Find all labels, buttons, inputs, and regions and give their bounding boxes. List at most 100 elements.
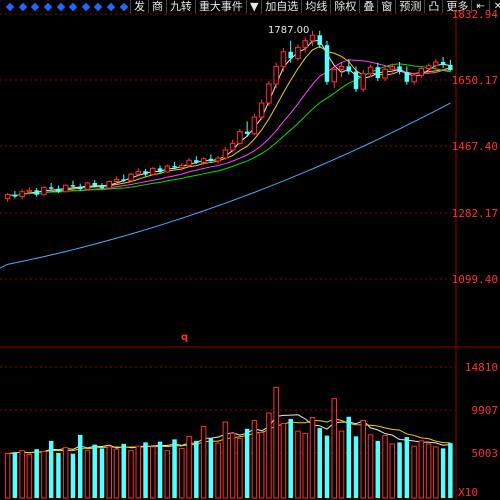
moving-average-line xyxy=(7,45,451,197)
volume-bar xyxy=(62,447,69,499)
volume-bar xyxy=(179,447,185,499)
volume-bar xyxy=(258,432,265,499)
volume-bar xyxy=(346,416,352,498)
candle-body xyxy=(288,51,293,59)
candle-body xyxy=(92,182,97,186)
candle-body xyxy=(77,186,83,190)
volume-bar xyxy=(99,448,105,498)
volume-bar xyxy=(41,450,47,499)
candle-body xyxy=(194,160,199,163)
event-diamond-icon[interactable] xyxy=(94,2,103,11)
volume-bars xyxy=(4,386,453,499)
volume-bar xyxy=(19,450,25,499)
toolbar-button-major-events[interactable]: 重大事件 xyxy=(194,0,246,13)
volume-bar xyxy=(375,440,381,498)
volume-bar xyxy=(222,421,229,499)
candle-body xyxy=(237,131,243,144)
price-tick-label: 1282.17 xyxy=(451,207,498,220)
toolbar-button-jiuzhuan[interactable]: 九转 xyxy=(165,0,195,13)
candle-body xyxy=(324,45,330,82)
candle-body xyxy=(448,64,453,71)
event-diamond-icon[interactable] xyxy=(18,2,28,11)
event-diamond-icon[interactable] xyxy=(81,2,91,11)
event-diamond-icon[interactable] xyxy=(106,2,116,11)
toolbar-button-forecast[interactable]: 预测 xyxy=(395,0,424,13)
candle-body xyxy=(295,46,301,59)
candle-body xyxy=(56,188,61,192)
volume-bar xyxy=(34,449,39,498)
volume-bar xyxy=(237,438,243,499)
event-diamond-icon[interactable] xyxy=(56,2,65,11)
volume-bar xyxy=(143,442,148,498)
toolbar-button-moving-average[interactable]: 均线 xyxy=(301,0,330,13)
volume-bar xyxy=(338,430,345,499)
candle-body xyxy=(244,131,250,134)
toolbar-button-window[interactable]: 窗 xyxy=(377,0,395,13)
candle-body xyxy=(135,170,142,175)
volume-tick-label: 5003 xyxy=(471,447,499,460)
candle-body xyxy=(367,66,374,75)
candle-body xyxy=(208,158,214,161)
volume-tick-label: 9907 xyxy=(471,404,499,417)
volume-bar xyxy=(135,445,142,499)
candle-body xyxy=(346,66,352,72)
candle-body xyxy=(389,65,396,70)
volume-bar xyxy=(186,435,192,499)
candle-body xyxy=(12,194,18,197)
candle-body xyxy=(19,191,25,198)
volume-bar xyxy=(172,439,177,498)
candle-body xyxy=(48,187,54,189)
volume-bar xyxy=(244,428,250,498)
toolbar-button-fa[interactable]: 发 xyxy=(129,0,148,13)
candle-body xyxy=(84,182,91,190)
candle-body xyxy=(331,68,337,83)
toolbar-button-overlay[interactable]: 叠 xyxy=(359,0,377,13)
volume-bar xyxy=(367,434,374,499)
peak-price-label: 1787.00 xyxy=(268,25,310,36)
volume-bar xyxy=(433,446,439,499)
volume-bar xyxy=(128,450,134,499)
stock-chart xyxy=(0,0,500,500)
candle-body xyxy=(41,186,47,196)
moving-average-line xyxy=(7,59,451,197)
candle-body xyxy=(186,159,192,166)
candle-body xyxy=(280,51,287,67)
volume-bar xyxy=(48,440,54,498)
volume-bar xyxy=(295,430,301,499)
candle-body xyxy=(382,68,388,79)
volume-bar xyxy=(404,437,410,498)
toolbar-button-shang[interactable]: 商 xyxy=(147,0,166,13)
candle-body xyxy=(121,179,127,181)
toolbar-button-add-watchlist[interactable]: 加自选 xyxy=(261,0,301,13)
volume-bar xyxy=(353,436,359,498)
candle-body xyxy=(425,65,432,70)
moving-average-line xyxy=(7,39,451,197)
volume-bar xyxy=(360,420,367,499)
event-diamond-icon[interactable] xyxy=(31,2,40,11)
candle-body xyxy=(309,34,316,42)
candle-body xyxy=(440,62,446,65)
volume-bar xyxy=(389,443,396,499)
volume-bar xyxy=(425,443,432,499)
price-tick-label: 1832.94 xyxy=(451,8,498,21)
volume-unit-label: X10 xyxy=(458,486,478,499)
candle-body xyxy=(360,73,367,90)
candle-body xyxy=(375,67,381,79)
event-diamond-icon[interactable] xyxy=(119,2,128,11)
toolbar-button-convex[interactable]: 凸 xyxy=(424,0,442,13)
volume-bar xyxy=(418,440,425,499)
volume-bar xyxy=(302,432,308,499)
volume-bar xyxy=(411,445,417,499)
volume-bar xyxy=(92,444,97,498)
candle-body xyxy=(150,167,156,176)
toolbar-button-ex-rights[interactable]: 除权 xyxy=(330,0,359,13)
event-diamond-icon[interactable] xyxy=(69,2,78,11)
event-diamond-icon[interactable] xyxy=(6,2,15,11)
candle-body xyxy=(251,116,258,135)
candle-body xyxy=(273,65,279,85)
candle-body xyxy=(215,157,221,162)
toolbar-dropdown-arrow[interactable]: ▼ xyxy=(245,0,261,13)
event-marker[interactable]: q xyxy=(181,332,188,343)
chart-toolbar: 发 商 九转 重大事件 ▼ 加自选 均线 除权 叠 窗 预测 凸 更多 ⇤ ✕ xyxy=(0,0,500,13)
event-diamond-icon[interactable] xyxy=(43,2,53,11)
